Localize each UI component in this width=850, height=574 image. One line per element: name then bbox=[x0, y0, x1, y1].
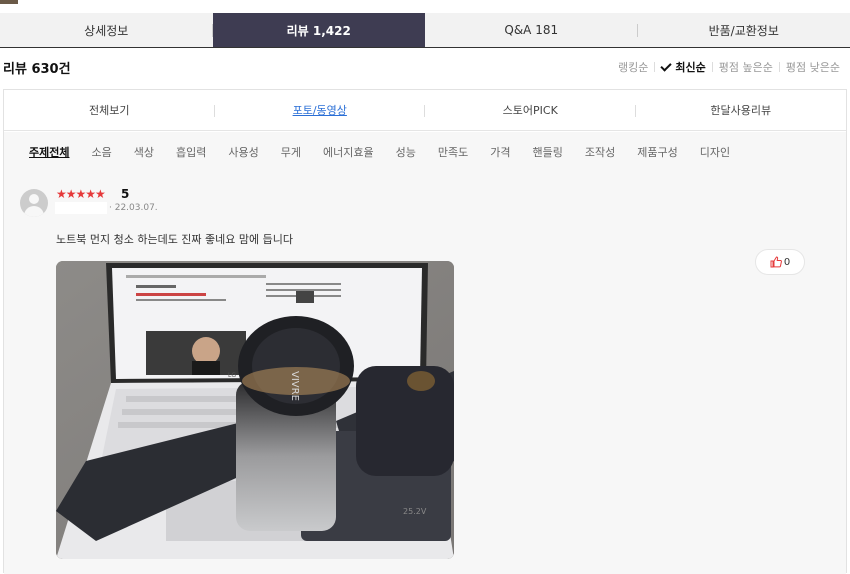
review-text: 노트북 먼지 청소 하는데도 진짜 좋네요 맘에 듭니다 bbox=[56, 233, 293, 246]
topic-filter-row: 주제전체 소음 색상 흡입력 사용성 무게 에너지효율 성능 만족도 가격 핸들… bbox=[4, 132, 846, 172]
filter-photo-video[interactable]: 포토/동영상 bbox=[215, 90, 426, 130]
sort-latest-label: 최신순 bbox=[675, 61, 706, 74]
laptop-logo-text: LG bbox=[228, 372, 236, 379]
topic-weight[interactable]: 무게 bbox=[281, 144, 301, 160]
review-count-title: 리뷰 630건 bbox=[3, 62, 71, 77]
topic-suction[interactable]: 흡입력 bbox=[176, 144, 206, 160]
rating-score: 5 bbox=[121, 187, 130, 201]
filter-month-use-label: 한달사용리뷰 bbox=[710, 104, 772, 117]
tab-qna[interactable]: Q&A 181 bbox=[425, 13, 638, 47]
review-photo-image: VIVRE 25.2V LG bbox=[56, 261, 454, 559]
sort-options: 랭킹순 최신순 평점 높은순 평점 낮은순 bbox=[612, 59, 846, 75]
topic-noise[interactable]: 소음 bbox=[91, 144, 111, 160]
sort-rating-low[interactable]: 평점 낮은순 bbox=[780, 59, 846, 75]
review-date: · 22.03.07. bbox=[109, 203, 158, 213]
filter-store-pick-label: 스토어PICK bbox=[502, 104, 558, 117]
topic-all[interactable]: 주제전체 bbox=[29, 144, 69, 160]
tab-reviews[interactable]: 리뷰 1,422 bbox=[212, 13, 425, 47]
topic-usability[interactable]: 사용성 bbox=[228, 144, 258, 160]
main-tab-bar: 상세정보 리뷰 1,422 Q&A 181 반품/교환정보 bbox=[0, 13, 850, 48]
thumbs-up-icon bbox=[770, 256, 782, 268]
filter-photo-video-label: 포토/동영상 bbox=[292, 104, 347, 117]
sort-ranking[interactable]: 랭킹순 bbox=[612, 59, 654, 75]
topic-performance[interactable]: 성능 bbox=[396, 144, 416, 160]
review-item: ★★★★★ 5 · 22.03.07. 노트북 먼지 청소 하는데도 진짜 좋네… bbox=[4, 172, 846, 574]
review-photo[interactable]: VIVRE 25.2V LG bbox=[56, 261, 454, 559]
like-button[interactable]: 0 bbox=[755, 249, 805, 275]
topic-handling[interactable]: 핸들링 bbox=[532, 144, 562, 160]
topic-color[interactable]: 색상 bbox=[134, 144, 154, 160]
masked-user-id bbox=[55, 202, 107, 214]
review-count-header: 리뷰 630건 랭킹순 최신순 평점 높은순 평점 낮은순 bbox=[0, 56, 850, 78]
topic-energy[interactable]: 에너지효율 bbox=[323, 144, 374, 160]
sort-latest[interactable]: 최신순 bbox=[655, 59, 711, 75]
topic-design[interactable]: 디자인 bbox=[700, 144, 730, 160]
sort-rating-high[interactable]: 평점 높은순 bbox=[713, 59, 779, 75]
filter-all[interactable]: 전체보기 bbox=[4, 90, 215, 130]
vacuum-brand-text: VIVRE bbox=[289, 371, 300, 401]
filter-store-pick[interactable]: 스토어PICK bbox=[425, 90, 636, 130]
filter-all-label: 전체보기 bbox=[89, 104, 130, 117]
review-filter-panel: 전체보기 포토/동영상 스토어PICK 한달사용리뷰 주제전체 소음 색상 흡입… bbox=[3, 89, 847, 574]
check-icon bbox=[660, 60, 673, 72]
battery-label-text: 25.2V bbox=[403, 507, 427, 516]
product-thumbnail-fragment bbox=[0, 0, 18, 4]
filter-tab-bar: 전체보기 포토/동영상 스토어PICK 한달사용리뷰 bbox=[4, 90, 846, 131]
tab-return-exchange[interactable]: 반품/교환정보 bbox=[637, 13, 850, 47]
topic-components[interactable]: 제품구성 bbox=[637, 144, 677, 160]
avatar bbox=[20, 189, 48, 217]
topic-satisfaction[interactable]: 만족도 bbox=[438, 144, 468, 160]
topic-operation[interactable]: 조작성 bbox=[585, 144, 615, 160]
like-count: 0 bbox=[783, 256, 791, 268]
tab-detail-info[interactable]: 상세정보 bbox=[0, 13, 213, 47]
star-rating: ★★★★★ bbox=[56, 187, 106, 201]
filter-month-use[interactable]: 한달사용리뷰 bbox=[636, 90, 847, 130]
topic-price[interactable]: 가격 bbox=[490, 144, 510, 160]
